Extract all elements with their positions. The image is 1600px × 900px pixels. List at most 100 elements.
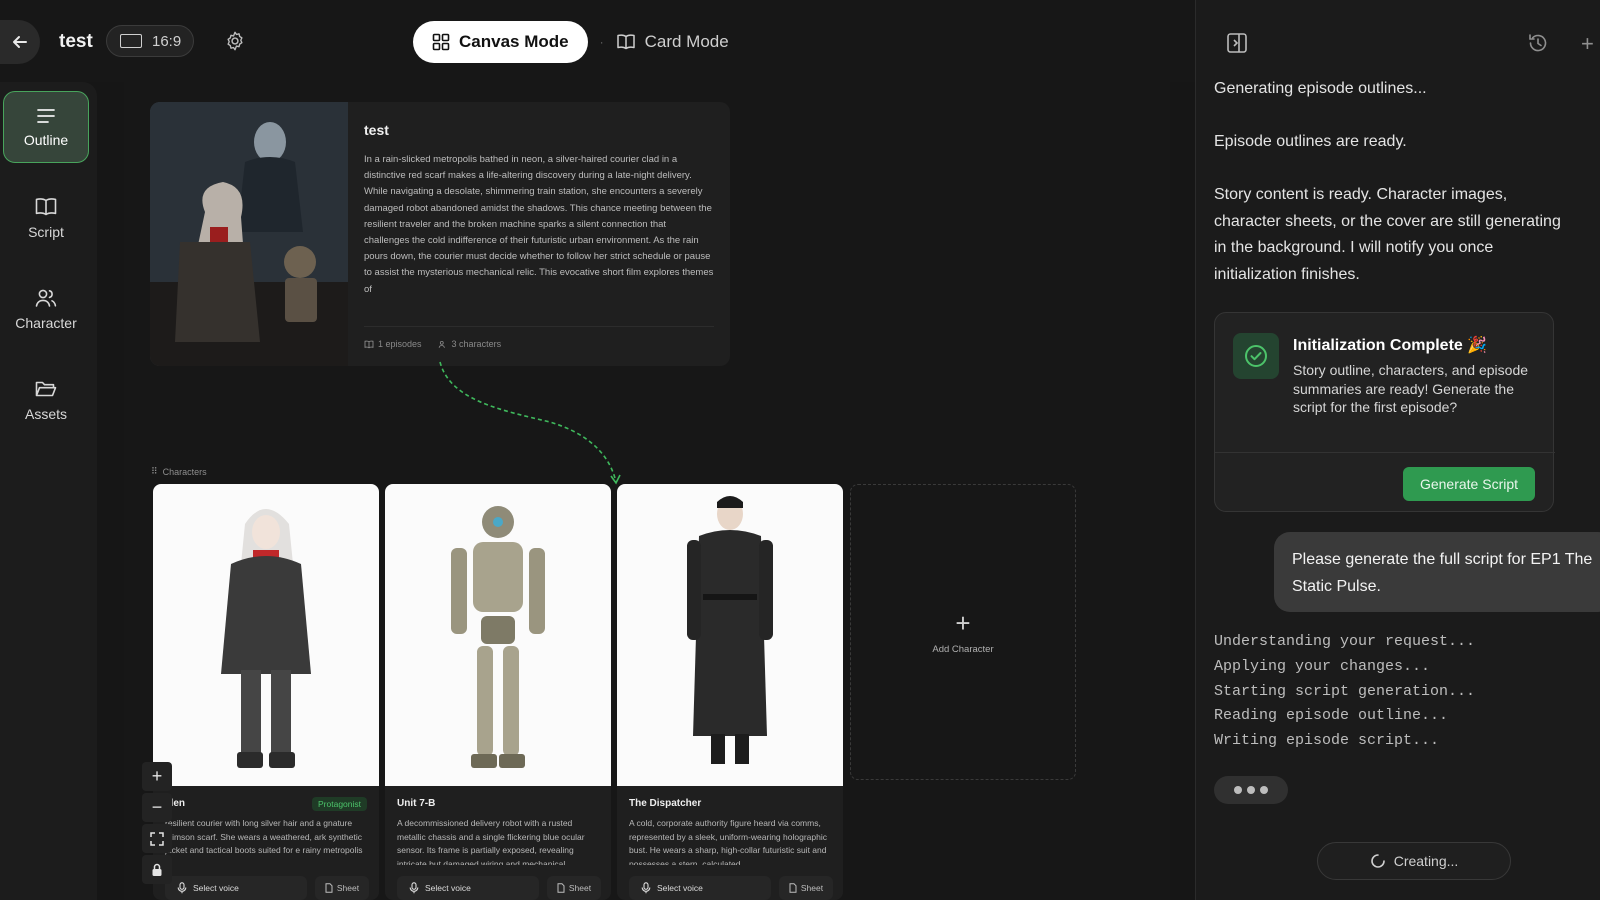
document-icon bbox=[325, 883, 333, 893]
assistant-message: Episode outlines are ready. bbox=[1214, 133, 1407, 150]
story-title: test bbox=[364, 122, 389, 138]
log-line: Writing episode script... bbox=[1214, 732, 1440, 750]
check-circle-icon bbox=[1233, 333, 1279, 379]
spinner-icon bbox=[1370, 854, 1385, 868]
fit-icon bbox=[150, 831, 164, 846]
divider bbox=[364, 326, 714, 327]
book-icon bbox=[35, 198, 57, 216]
project-title: test bbox=[59, 31, 93, 52]
assistant-message: Generating episode outlines... bbox=[1214, 80, 1427, 97]
chat-panel-header: + bbox=[1196, 0, 1600, 82]
settings-button[interactable] bbox=[224, 30, 246, 57]
log-line: Applying your changes... bbox=[1214, 657, 1431, 675]
episodes-count: 1 episodes bbox=[364, 339, 422, 349]
history-button[interactable] bbox=[1527, 32, 1549, 59]
new-chat-button[interactable]: + bbox=[1581, 31, 1594, 57]
story-meta: 1 episodes 3 characters bbox=[364, 339, 501, 349]
generate-script-button[interactable]: Generate Script bbox=[1403, 467, 1535, 501]
plus-icon: + bbox=[1581, 31, 1594, 56]
users-icon bbox=[438, 340, 445, 348]
history-icon bbox=[1529, 34, 1547, 52]
sidebar-item-script[interactable]: Script bbox=[3, 182, 89, 254]
assistant-message: Story content is ready. Character images… bbox=[1214, 186, 1561, 283]
select-voice-button[interactable]: Select voice bbox=[397, 876, 539, 900]
log-line: Understanding your request... bbox=[1214, 633, 1476, 650]
card-mode-tab[interactable]: Card Mode bbox=[616, 32, 729, 52]
aspect-ratio-selector[interactable]: 16:9 bbox=[106, 25, 194, 57]
creating-label: Creating... bbox=[1393, 853, 1459, 869]
sheet-label: Sheet bbox=[336, 883, 360, 893]
character-image bbox=[153, 484, 379, 786]
book-icon bbox=[364, 340, 374, 348]
voice-label: Select voice bbox=[425, 883, 471, 893]
log-line: Starting script generation... bbox=[1214, 682, 1476, 700]
zoom-out-button[interactable]: − bbox=[142, 793, 172, 822]
drag-handle-icon[interactable]: ⠿ bbox=[151, 466, 158, 477]
user-message: Please generate the full script for EP1 … bbox=[1274, 532, 1600, 612]
character-actions: Select voice Sheet bbox=[629, 876, 833, 900]
sidebar-item-label: Character bbox=[15, 315, 77, 331]
characters-label: 3 characters bbox=[451, 339, 502, 349]
character-actions: Select voice Sheet bbox=[397, 876, 601, 900]
back-button[interactable] bbox=[0, 20, 40, 64]
character-name: Unit 7-B bbox=[397, 798, 436, 809]
gear-icon bbox=[227, 31, 243, 51]
select-voice-button[interactable]: Select voice bbox=[629, 876, 771, 900]
character-description: resilient courier with long silver hair … bbox=[165, 818, 363, 856]
initialization-card: Initialization Complete 🎉 Story outline,… bbox=[1214, 312, 1555, 512]
microphone-icon bbox=[641, 882, 651, 894]
voice-label: Select voice bbox=[193, 883, 239, 893]
log-line: Reading episode outline... bbox=[1214, 707, 1449, 725]
character-actions: Select voice Sheet bbox=[165, 876, 369, 900]
list-icon bbox=[37, 109, 55, 123]
plus-icon: + bbox=[151, 766, 163, 786]
sidebar-item-character[interactable]: Character bbox=[3, 273, 89, 345]
chat-panel: + Generating episode outlines... Episode… bbox=[1195, 0, 1600, 900]
sidebar-item-outline[interactable]: Outline bbox=[3, 91, 89, 163]
mode-switch: Canvas Mode · Card Mode bbox=[413, 21, 729, 63]
sidebar-item-label: Assets bbox=[24, 406, 67, 422]
progress-log: Understanding your request... Applying y… bbox=[1214, 630, 1475, 754]
sheet-button[interactable]: Sheet bbox=[315, 876, 369, 900]
character-card[interactable]: Unit 7-B A decommissioned delivery robot… bbox=[385, 484, 611, 900]
character-card[interactable]: The Dispatcher A cold, corporate authori… bbox=[617, 484, 843, 900]
toggle-panel-button[interactable] bbox=[1226, 32, 1248, 59]
select-voice-button[interactable]: Select voice bbox=[165, 876, 307, 900]
arrow-left-icon bbox=[13, 36, 27, 48]
lock-button[interactable] bbox=[142, 855, 172, 884]
grid-icon bbox=[432, 33, 450, 51]
users-icon bbox=[35, 289, 57, 307]
connector-line bbox=[439, 361, 621, 485]
minus-icon: − bbox=[151, 797, 163, 817]
character-name: The Dispatcher bbox=[629, 798, 702, 809]
left-sidebar: Outline Script Character Assets bbox=[0, 82, 97, 900]
sheet-label: Sheet bbox=[568, 883, 592, 893]
add-character-label: Add Character bbox=[932, 643, 994, 655]
character-image bbox=[385, 484, 611, 786]
divider bbox=[1215, 452, 1555, 453]
add-character-button[interactable]: + Add Character bbox=[850, 484, 1076, 780]
sheet-button[interactable]: Sheet bbox=[779, 876, 833, 900]
zoom-controls: + − bbox=[142, 762, 172, 884]
sheet-label: Sheet bbox=[800, 883, 824, 893]
sidebar-item-assets[interactable]: Assets bbox=[3, 364, 89, 436]
document-icon bbox=[789, 883, 797, 893]
creating-status-button[interactable]: Creating... bbox=[1317, 842, 1511, 880]
mode-separator: · bbox=[599, 35, 604, 49]
sheet-button[interactable]: Sheet bbox=[547, 876, 601, 900]
microphone-icon bbox=[409, 882, 419, 894]
character-card[interactable]: elen Protagonist resilient courier with … bbox=[153, 484, 379, 900]
book-open-icon bbox=[616, 34, 635, 50]
sidebar-item-label: Script bbox=[28, 224, 64, 240]
fit-view-button[interactable] bbox=[142, 824, 172, 853]
zoom-in-button[interactable]: + bbox=[142, 762, 172, 791]
canvas-mode-tab[interactable]: Canvas Mode bbox=[413, 21, 588, 63]
story-card[interactable]: test In a rain-slicked metropolis bathed… bbox=[150, 102, 730, 366]
ratio-icon bbox=[120, 34, 142, 48]
panel-toggle-icon bbox=[1227, 33, 1247, 53]
character-description: A decommissioned delivery robot with a r… bbox=[397, 818, 585, 865]
characters-section-label: ⠿ Characters bbox=[151, 466, 207, 477]
card-mode-label: Card Mode bbox=[644, 32, 729, 51]
voice-label: Select voice bbox=[657, 883, 703, 893]
story-cover-image bbox=[150, 102, 348, 366]
